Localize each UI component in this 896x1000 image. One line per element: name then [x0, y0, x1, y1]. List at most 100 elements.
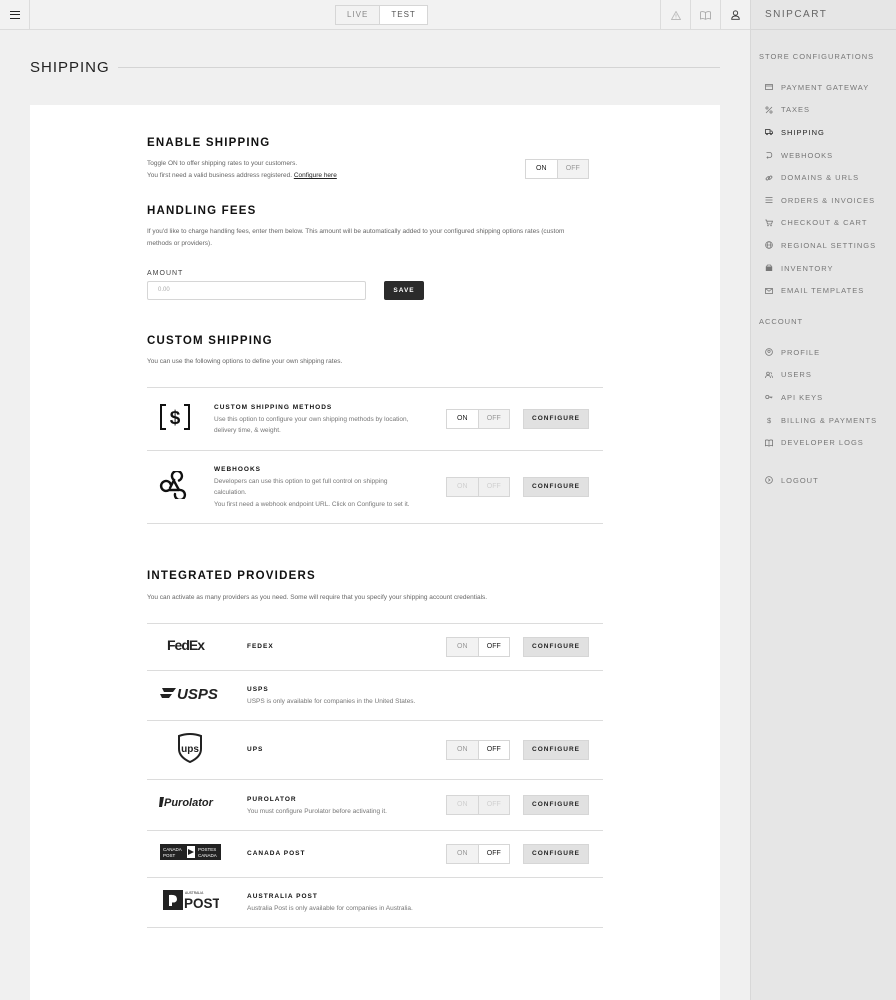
purolator-title: PUROLATOR [247, 796, 297, 803]
webhooks-configure-button[interactable]: CONFIGURE [523, 477, 589, 497]
fedex-toggle[interactable]: ON OFF [446, 637, 510, 657]
australia-post-desc: Australia Post is only available for com… [247, 905, 413, 912]
menu-icon[interactable] [0, 0, 30, 30]
sidebar-item-label: DOMAINS & URLS [781, 173, 860, 183]
purolator-configure-button[interactable]: CONFIGURE [523, 795, 589, 815]
ups-toggle[interactable]: ON OFF [446, 740, 510, 760]
sidebar-item-label: SHIPPING [781, 127, 825, 137]
divider [147, 450, 603, 451]
toggle-on[interactable]: ON [447, 796, 479, 814]
toggle-off[interactable]: OFF [479, 845, 510, 863]
sidebar-item-label: PROFILE [781, 347, 821, 357]
canada-post-logo-text-tr: POSTES [198, 847, 216, 852]
ups-logo-text: ups [181, 744, 199, 755]
fedex-title: FEDEX [247, 643, 274, 650]
purolator-logo-text: Purolator [164, 797, 214, 809]
svg-text:$: $ [170, 408, 181, 429]
australia-post-logo: AUSTRALIA POST [163, 890, 222, 915]
fedex-logo: FedEx [167, 637, 215, 658]
toggle-on[interactable]: ON [447, 845, 479, 863]
enable-shipping-title: ENABLE SHIPPING [147, 137, 271, 149]
sidebar-item-api-keys[interactable]: API KEYS [751, 386, 896, 409]
toggle-off[interactable]: OFF [478, 478, 509, 496]
sidebar-item-taxes[interactable]: TAXES [751, 99, 896, 122]
sidebar-item-checkout-cart[interactable]: CHECKOUT & CART [751, 212, 896, 235]
sidebar-item-label: EMAIL TEMPLATES [781, 286, 865, 296]
enable-shipping-toggle[interactable]: ON OFF [525, 159, 589, 179]
sidebar-item-domains-urls[interactable]: DOMAINS & URLS [751, 166, 896, 189]
cart-icon [765, 219, 773, 227]
amount-label: AMOUNT [147, 270, 184, 277]
sidebar-item-regional-settings[interactable]: REGIONAL SETTINGS [751, 234, 896, 257]
save-button[interactable]: SAVE [384, 281, 424, 300]
webhooks-toggle[interactable]: ON OFF [446, 477, 510, 497]
sidebar-section-store: STORE CONFIGURATIONS [759, 52, 875, 61]
custom-shipping-title: CUSTOM SHIPPING [147, 335, 273, 347]
toggle-off[interactable]: OFF [557, 160, 588, 178]
usps-desc: USPS is only available for companies in … [247, 698, 416, 705]
custom-shipping-desc: You can use the following options to def… [147, 358, 343, 365]
mode-switch: LIVE TEST [335, 5, 428, 25]
purolator-toggle[interactable]: ON OFF [446, 795, 510, 815]
toggle-off[interactable]: OFF [479, 638, 510, 656]
sidebar-item-billing-payments[interactable]: $ BILLING & PAYMENTS [751, 409, 896, 432]
enable-shipping-line2-text: You first need a valid business address … [147, 172, 293, 179]
profile-icon [765, 348, 773, 357]
canada-post-configure-button[interactable]: CONFIGURE [523, 844, 589, 864]
configure-here-link[interactable]: Configure here [294, 172, 337, 179]
fedex-configure-button[interactable]: CONFIGURE [523, 637, 589, 657]
enable-shipping-desc: Toggle ON to offer shipping rates to you… [147, 158, 337, 182]
sidebar-item-developer-logs[interactable]: DEVELOPER LOGS [751, 431, 896, 454]
divider [147, 623, 603, 624]
enable-shipping-desc-line1: Toggle ON to offer shipping rates to you… [147, 160, 298, 167]
custom-methods-desc-line1: Use this option to configure your own sh… [214, 416, 409, 423]
webhook-icon [159, 469, 189, 504]
sidebar-item-shipping[interactable]: SHIPPING [751, 121, 896, 144]
sidebar-item-users[interactable]: USERS [751, 364, 896, 387]
toggle-off[interactable]: OFF [478, 796, 509, 814]
warning-icon[interactable] [660, 0, 690, 30]
usps-logo-text: USPS [177, 686, 218, 702]
page-title: SHIPPING [30, 59, 110, 76]
custom-methods-title: CUSTOM SHIPPING METHODS [214, 404, 333, 411]
toggle-on[interactable]: ON [526, 160, 558, 178]
sidebar-item-label: ORDERS & INVOICES [781, 195, 876, 205]
top-bar: LIVE TEST [0, 0, 750, 30]
divider [147, 670, 603, 671]
australia-post-title: AUSTRALIA POST [247, 893, 318, 900]
sidebar-item-webhooks[interactable]: WEBHOOKS [751, 144, 896, 167]
canada-post-logo-text-tl: CANADA [163, 847, 182, 852]
webhooks-desc: Developers can use this option to get fu… [214, 476, 410, 510]
mode-live-button[interactable]: LIVE [336, 6, 381, 24]
sidebar-item-profile[interactable]: PROFILE [751, 341, 896, 364]
canada-post-logo: CANADA POST POSTES CANADA [160, 844, 221, 865]
custom-methods-toggle[interactable]: ON OFF [446, 409, 510, 429]
canada-post-toggle[interactable]: ON OFF [446, 844, 510, 864]
toggle-off[interactable]: OFF [479, 741, 510, 759]
brand-logo: SNIPCART [751, 0, 896, 30]
sidebar-item-orders-invoices[interactable]: ORDERS & INVOICES [751, 189, 896, 212]
toggle-on[interactable]: ON [447, 410, 479, 428]
handling-fees-desc: If you'd like to charge handling fees, e… [147, 226, 564, 250]
toggle-on[interactable]: ON [447, 638, 479, 656]
envelope-icon [765, 287, 773, 294]
webhooks-title: WEBHOOKS [214, 466, 261, 473]
mode-test-button[interactable]: TEST [380, 6, 426, 24]
sidebar-item-payment-gateway[interactable]: PAYMENT GATEWAY [751, 76, 896, 99]
sidebar-item-inventory[interactable]: INVENTORY [751, 257, 896, 280]
toggle-off[interactable]: OFF [478, 410, 509, 428]
toggle-on[interactable]: ON [447, 478, 479, 496]
webhooks-desc-line1: Developers can use this option to get fu… [214, 478, 388, 485]
ups-logo: ups [177, 733, 203, 768]
sidebar-item-label: DEVELOPER LOGS [781, 438, 864, 448]
australia-post-logo-text: POST [184, 896, 219, 910]
sidebar-item-email-templates[interactable]: EMAIL TEMPLATES [751, 279, 896, 302]
book-icon[interactable] [690, 0, 720, 30]
amount-input[interactable]: 0.00 [147, 281, 366, 300]
power-icon [765, 476, 773, 485]
toggle-on[interactable]: ON [447, 741, 479, 759]
ups-configure-button[interactable]: CONFIGURE [523, 740, 589, 760]
user-icon[interactable] [720, 0, 750, 30]
custom-methods-configure-button[interactable]: CONFIGURE [523, 409, 589, 429]
sidebar-item-logout[interactable]: LOGOUT [751, 469, 896, 492]
